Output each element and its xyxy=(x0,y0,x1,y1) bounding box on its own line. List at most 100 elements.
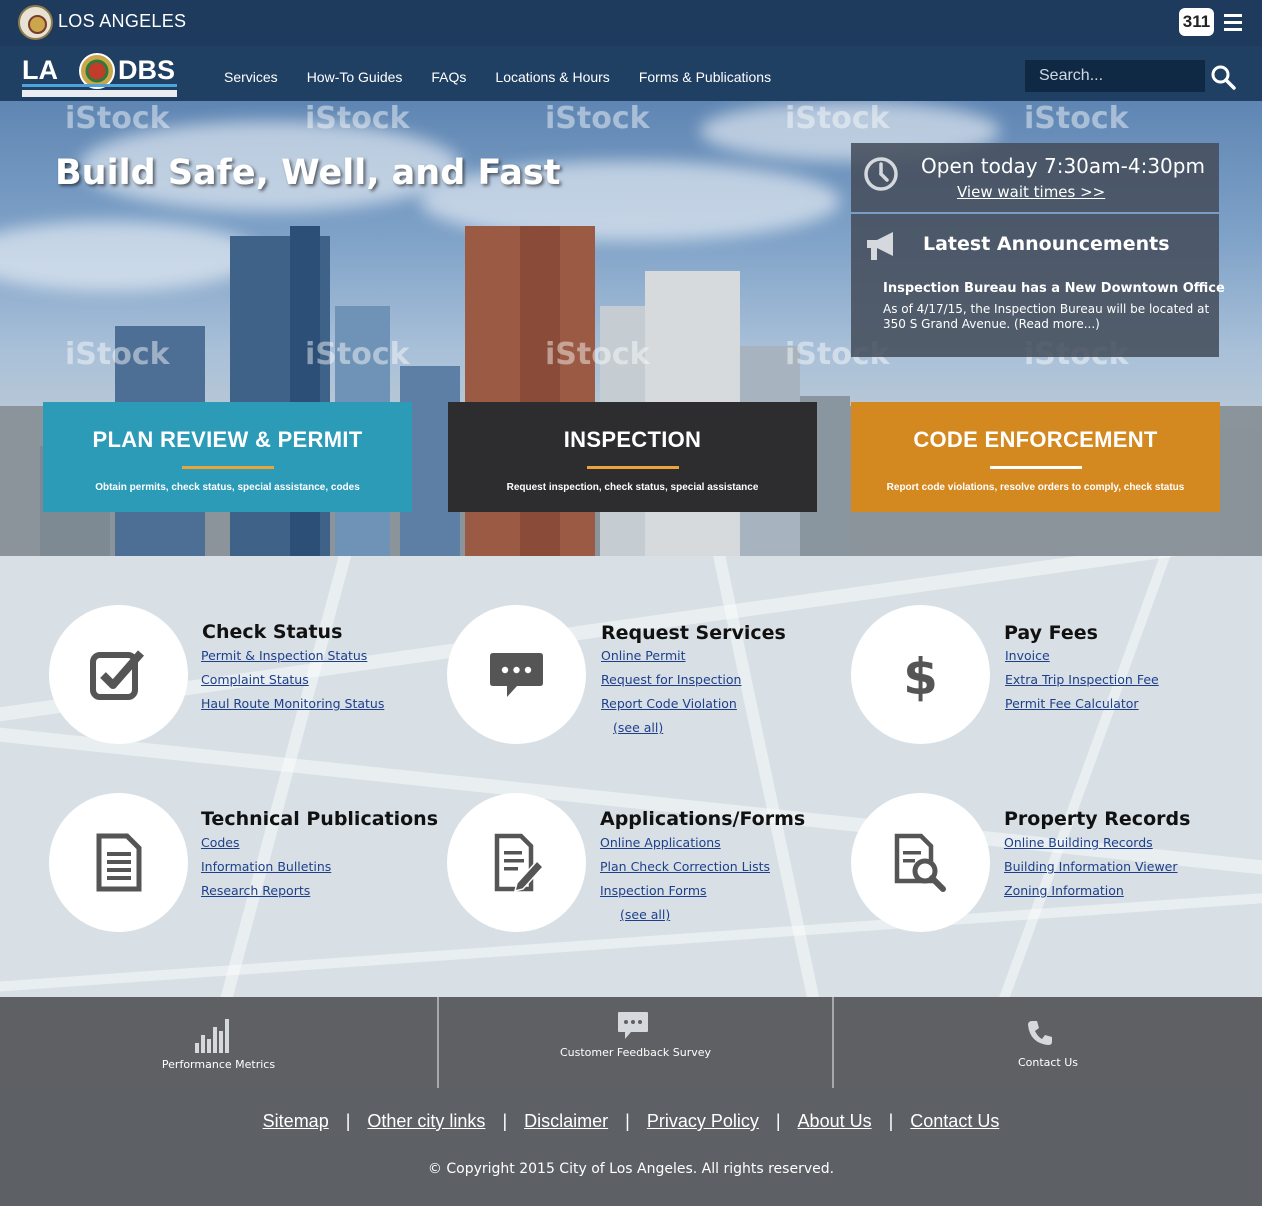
applications-forms-title[interactable]: Applications/Forms xyxy=(600,808,805,830)
plan-review-permit-card[interactable]: PLAN REVIEW & PERMIT Obtain permits, che… xyxy=(43,402,412,512)
dollar-icon: $ xyxy=(903,648,938,704)
technical-publications-circle[interactable] xyxy=(49,793,188,932)
building xyxy=(1220,426,1262,556)
performance-metrics-tile[interactable]: Performance Metrics xyxy=(0,997,437,1088)
watermark: iStock xyxy=(305,101,410,136)
watermark: iStock xyxy=(1024,101,1129,136)
tile-label: Performance Metrics xyxy=(161,1058,276,1071)
card-subtitle: Request inspection, check status, specia… xyxy=(506,482,759,493)
technical-publications-title[interactable]: Technical Publications xyxy=(201,808,438,830)
form-edit-icon xyxy=(494,833,545,892)
nav-locations-hours[interactable]: Locations & Hours xyxy=(495,69,609,85)
request-services-circle[interactable] xyxy=(447,605,586,744)
checkbox-icon xyxy=(90,650,145,700)
wait-times-link[interactable]: View wait times >> xyxy=(957,183,1105,201)
codes-link[interactable]: Codes xyxy=(201,835,240,850)
applications-forms-circle[interactable] xyxy=(447,793,586,932)
check-status-circle[interactable] xyxy=(49,605,188,744)
city-name[interactable]: LOS ANGELES xyxy=(58,11,186,32)
pay-fees-circle[interactable]: $ xyxy=(851,605,990,744)
nav-forms-publications[interactable]: Forms & Publications xyxy=(639,69,771,85)
sitemap-link[interactable]: Sitemap xyxy=(263,1111,329,1131)
footer-links: Sitemap | Other city links | Disclaimer | Priv… xyxy=(0,1111,1262,1132)
card-title: INSPECTION xyxy=(563,427,702,452)
property-records-circle[interactable] xyxy=(851,793,990,932)
document-search-icon xyxy=(894,833,946,892)
tile-label: Customer Feedback Survey xyxy=(559,1046,712,1059)
nav-menu: Services How-To Guides FAQs Locations & … xyxy=(224,69,800,85)
code-enforcement-card[interactable]: CODE ENFORCEMENT Report code violations,… xyxy=(851,402,1220,512)
bar-chart-icon xyxy=(195,1019,229,1053)
haul-route-status-link[interactable]: Haul Route Monitoring Status xyxy=(201,696,384,711)
card-title: PLAN REVIEW & PERMIT xyxy=(92,427,363,452)
information-bulletins-link[interactable]: Information Bulletins xyxy=(201,859,331,874)
request-services-title[interactable]: Request Services xyxy=(601,622,786,644)
contact-us-link[interactable]: Contact Us xyxy=(910,1111,999,1131)
check-status-title[interactable]: Check Status xyxy=(202,621,342,643)
hero-title: Build Safe, Well, and Fast xyxy=(55,153,561,193)
megaphone-icon xyxy=(867,232,893,260)
watermark: iStock xyxy=(305,337,410,372)
link-separator: | xyxy=(888,1111,894,1131)
main-nav-bar: LA DBS Services How-To Guides FAQs Locat… xyxy=(0,46,1262,101)
card-divider xyxy=(586,466,679,469)
svg-text:DBS: DBS xyxy=(118,55,175,85)
top-bar: LOS ANGELES 311 xyxy=(0,0,1262,46)
search-icon[interactable] xyxy=(1210,64,1236,90)
extra-trip-fee-link[interactable]: Extra Trip Inspection Fee xyxy=(1005,672,1159,687)
card-divider xyxy=(989,466,1082,469)
about-us-link[interactable]: About Us xyxy=(798,1111,872,1131)
nav-services[interactable]: Services xyxy=(224,69,278,85)
contact-us-tile[interactable]: Contact Us xyxy=(834,997,1262,1088)
online-applications-link[interactable]: Online Applications xyxy=(600,835,721,850)
311-button[interactable]: 311 xyxy=(1179,8,1214,36)
card-subtitle: Obtain permits, check status, special as… xyxy=(95,482,360,493)
privacy-policy-link[interactable]: Privacy Policy xyxy=(647,1111,759,1131)
permit-fee-calculator-link[interactable]: Permit Fee Calculator xyxy=(1005,696,1139,711)
permit-inspection-status-link[interactable]: Permit & Inspection Status xyxy=(201,648,367,663)
watermark: iStock xyxy=(65,101,170,136)
page-footer: Sitemap | Other city links | Disclaimer | Priv… xyxy=(0,1088,1262,1206)
footer-tiles: Performance Metrics Customer Feedback Su… xyxy=(0,997,1262,1088)
invoice-link[interactable]: Invoice xyxy=(1005,648,1050,663)
announcement-body[interactable]: As of 4/17/15, the Inspection Bureau wil… xyxy=(883,302,1213,332)
pay-fees-title[interactable]: Pay Fees xyxy=(1004,622,1098,644)
card-divider xyxy=(181,466,274,469)
services-section: Check Status Permit & Inspection Status … xyxy=(0,556,1262,997)
link-separator: | xyxy=(345,1111,351,1131)
link-separator: | xyxy=(502,1111,508,1131)
customer-feedback-tile[interactable]: Customer Feedback Survey xyxy=(439,997,832,1088)
search-input[interactable] xyxy=(1025,60,1205,92)
zoning-information-link[interactable]: Zoning Information xyxy=(1004,883,1124,898)
see-all-link[interactable]: (see all) xyxy=(620,907,670,922)
report-code-violation-link[interactable]: Report Code Violation xyxy=(601,696,737,711)
chat-bubble-icon xyxy=(490,653,543,697)
cloud xyxy=(0,221,260,291)
plan-check-correction-link[interactable]: Plan Check Correction Lists xyxy=(600,859,770,874)
other-city-links-link[interactable]: Other city links xyxy=(367,1111,485,1131)
tile-label: Contact Us xyxy=(1017,1056,1079,1069)
inspection-forms-link[interactable]: Inspection Forms xyxy=(600,883,707,898)
online-permit-link[interactable]: Online Permit xyxy=(601,648,686,663)
see-all-link[interactable]: (see all) xyxy=(613,720,663,735)
online-building-records-link[interactable]: Online Building Records xyxy=(1004,835,1153,850)
link-separator: | xyxy=(625,1111,630,1131)
nav-faqs[interactable]: FAQs xyxy=(431,69,466,85)
logo-la-text: LA xyxy=(22,55,58,85)
menu-icon[interactable] xyxy=(1224,14,1242,31)
watermark: iStock xyxy=(545,101,650,136)
card-subtitle: Report code violations, resolve orders t… xyxy=(886,482,1185,493)
property-records-title[interactable]: Property Records xyxy=(1004,808,1190,830)
building-information-viewer-link[interactable]: Building Information Viewer xyxy=(1004,859,1178,874)
research-reports-link[interactable]: Research Reports xyxy=(201,883,310,898)
request-inspection-link[interactable]: Request for Inspection xyxy=(601,672,741,687)
announcements-title: Latest Announcements xyxy=(923,233,1170,255)
complaint-status-link[interactable]: Complaint Status xyxy=(201,672,309,687)
ladbs-logo[interactable]: LA DBS xyxy=(22,51,177,99)
nav-how-to-guides[interactable]: How-To Guides xyxy=(307,69,403,85)
city-seal-icon[interactable] xyxy=(18,5,53,40)
document-icon xyxy=(96,833,142,892)
disclaimer-link[interactable]: Disclaimer xyxy=(524,1111,608,1131)
inspection-card[interactable]: INSPECTION Request inspection, check sta… xyxy=(448,402,817,512)
announcement-headline[interactable]: Inspection Bureau has a New Downtown Off… xyxy=(883,281,1225,296)
